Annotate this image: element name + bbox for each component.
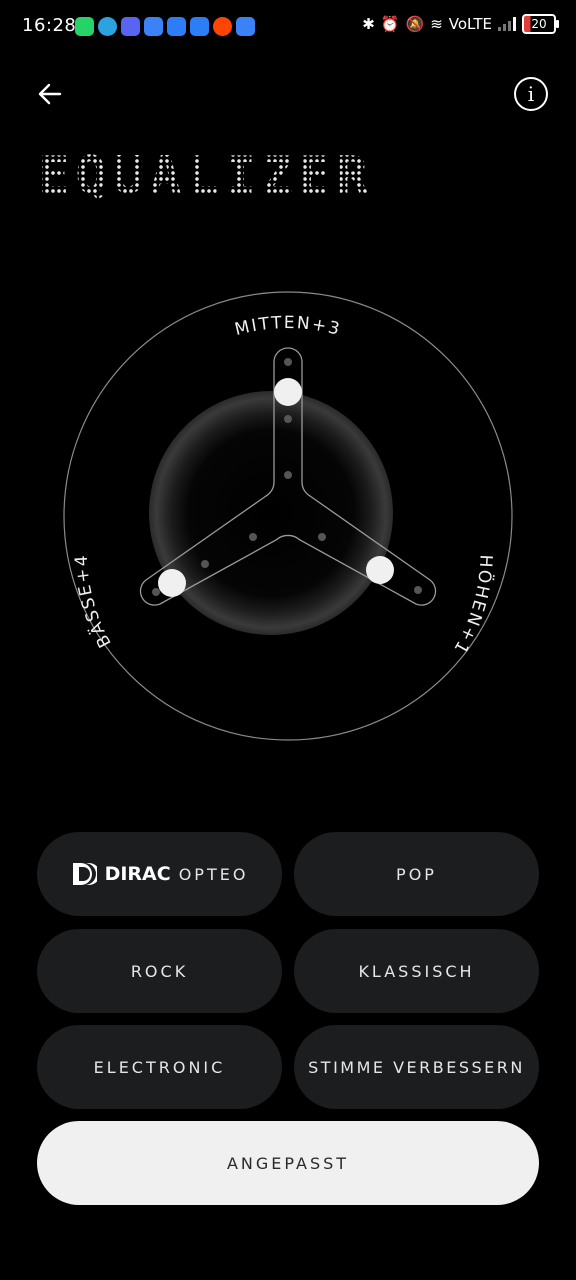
preset-dirac-opteo-button[interactable]: DIRAC OPTEO bbox=[37, 832, 282, 916]
rock-label: ROCK bbox=[130, 961, 189, 981]
preset-electronic-button[interactable]: ELECTRONIC bbox=[37, 1025, 282, 1109]
treble-slider-handle[interactable] bbox=[366, 556, 394, 584]
preset-pop-button[interactable]: POP bbox=[294, 832, 539, 916]
page-title: EQUALIZER bbox=[38, 146, 374, 206]
notification-icons bbox=[75, 17, 255, 36]
status-bar: 16:28 ✱ ⏰ 🔕 ≋ VoLTE 20 bbox=[0, 0, 576, 52]
mids-label: MITTEN+3 bbox=[233, 313, 343, 340]
bass-slider-handle[interactable] bbox=[158, 569, 186, 597]
clock: 16:28 bbox=[22, 15, 77, 36]
network-label: VoLTE bbox=[448, 15, 492, 33]
dirac-opteo-content: DIRAC OPTEO bbox=[71, 861, 249, 887]
electronic-label: ELECTRONIC bbox=[93, 1057, 226, 1077]
custom-label: ANGEPASST bbox=[226, 1153, 350, 1173]
info-icon: i bbox=[527, 82, 535, 106]
preset-voice-button[interactable]: STIMME VERBESSERN bbox=[294, 1025, 539, 1109]
bluetooth-icon: ✱ bbox=[362, 15, 375, 33]
signal-icon bbox=[498, 17, 516, 31]
pop-label: POP bbox=[396, 864, 437, 884]
youtube-icon bbox=[167, 17, 186, 36]
alarm-icon: ⏰ bbox=[380, 15, 400, 33]
preset-rock-button[interactable]: ROCK bbox=[37, 929, 282, 1013]
reddit-icon bbox=[213, 17, 232, 36]
discord-icon bbox=[121, 17, 140, 36]
bluetooth-app-icon bbox=[190, 17, 209, 36]
info-button[interactable]: i bbox=[514, 77, 548, 111]
dirac-brand-text: DIRAC bbox=[104, 863, 171, 885]
clipboard-icon bbox=[144, 17, 163, 36]
whatsapp-icon bbox=[75, 17, 94, 36]
mail-icon bbox=[236, 17, 255, 36]
voice-label: STIMME VERBESSERN bbox=[308, 1057, 525, 1077]
mute-icon: 🔕 bbox=[405, 15, 425, 33]
system-icons: ✱ ⏰ 🔕 ≋ VoLTE 20 bbox=[362, 14, 559, 34]
battery-icon: 20 bbox=[522, 14, 559, 34]
wifi-icon: ≋ bbox=[430, 15, 443, 33]
classical-label: KLASSISCH bbox=[358, 961, 475, 981]
mids-slider-handle[interactable] bbox=[274, 378, 302, 406]
arrow-left-icon bbox=[38, 83, 62, 105]
dirac-logo-icon bbox=[71, 861, 97, 887]
bass-label: BÄSSE+4 bbox=[72, 553, 116, 651]
preset-classical-button[interactable]: KLASSISCH bbox=[294, 929, 539, 1013]
preset-custom-button[interactable]: ANGEPASST bbox=[37, 1121, 539, 1205]
telegram-icon bbox=[98, 17, 117, 36]
opteo-label: OPTEO bbox=[178, 864, 249, 884]
treble-label: HÖHEN+1 bbox=[449, 554, 497, 658]
back-button[interactable] bbox=[34, 78, 66, 110]
equalizer-dial[interactable]: MITTEN+3 BÄSSE+4 HÖHEN+1 bbox=[0, 280, 576, 750]
inner-disc bbox=[149, 391, 393, 635]
